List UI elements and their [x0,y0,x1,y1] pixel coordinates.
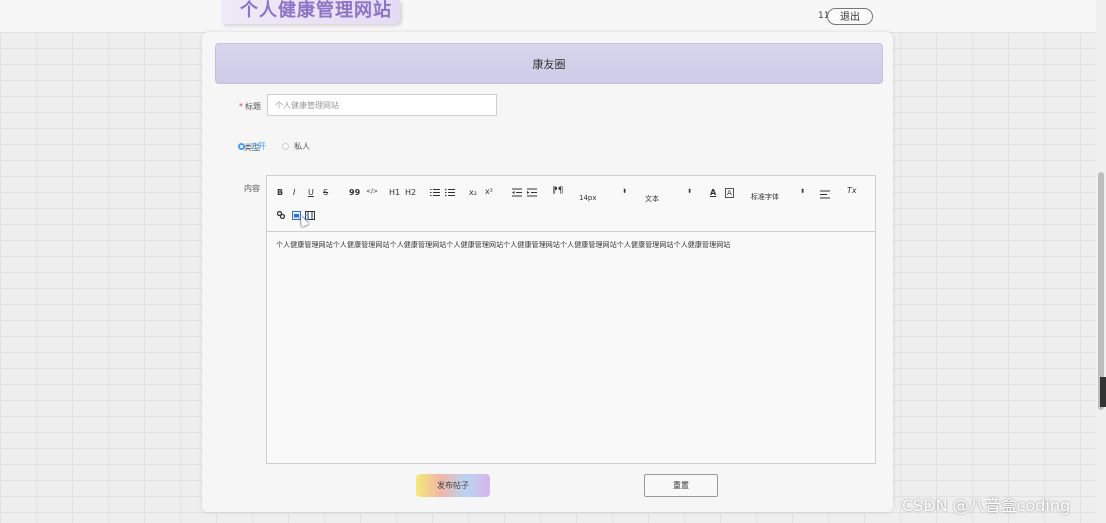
text-direction-button[interactable]: ⁋¶ [552,186,563,196]
text-style-select[interactable]: 文本 [645,194,659,204]
bold-button[interactable]: B [277,188,283,197]
site-title: 个人健康管理网站 [240,0,392,21]
content-label: 内容 [244,184,260,193]
top-bar [0,0,1106,32]
post-form-card: 康友圈 *标题 类型 公开 私人 内容 B I U S 99 </> H1 H2 [202,32,893,512]
title-label-text: 标题 [245,102,261,111]
watermark: CSDN @八音盒coding [902,496,1071,515]
indent-button[interactable] [527,188,537,199]
link-icon [276,210,286,220]
strike-button[interactable]: S [323,188,328,197]
outdent-icon [512,188,522,197]
page-title: 康友圈 [215,43,883,84]
background-color-button[interactable]: A [725,188,734,198]
radio-checked-icon [238,143,245,150]
superscript-button[interactable]: x² [485,187,493,196]
ordered-list-button[interactable] [430,188,440,199]
logout-button[interactable]: 退出 [827,8,873,25]
title-label: * 标题 [239,101,261,112]
type-radio-public[interactable]: 公开 [238,141,282,152]
scrollbar-marker [1100,377,1106,407]
scrollbar-thumb[interactable] [1098,172,1104,410]
ordered-list-icon [430,189,440,196]
radio-unchecked-icon [282,143,289,150]
publish-post-button[interactable]: 发布帖子 [416,474,490,497]
site-logo: 个人健康管理网站 [222,0,400,24]
pilcrow-icon: ⁋¶ [552,186,564,196]
reset-button[interactable]: 重置 [644,474,718,497]
h2-button[interactable]: H2 [405,188,416,197]
clear-format-button[interactable]: Tx [847,186,857,195]
radio-label-public: 公开 [250,142,266,151]
text-color-button[interactable]: A [710,188,716,197]
indent-icon [527,188,537,197]
font-family-arrow-icon: ⬍ [800,188,806,195]
align-button[interactable] [820,190,830,201]
type-radio-private[interactable]: 私人 [282,141,326,152]
subscript-button[interactable]: x₂ [469,188,477,197]
link-button[interactable] [276,210,286,221]
required-mark: * [239,102,243,111]
type-radio-group: 公开 私人 [238,141,326,152]
quote-button[interactable]: 99 [349,188,360,197]
title-input[interactable] [267,94,497,116]
editor-toolbar: B I U S 99 </> H1 H2 x₂ x² ⁋¶ 14px ⬍ 文本 … [267,176,875,232]
radio-label-private: 私人 [294,142,310,151]
outdent-button[interactable] [512,188,522,199]
bullet-list-icon [445,188,455,197]
code-button[interactable]: </> [366,188,378,195]
font-size-arrow-icon: ⬍ [622,188,628,195]
underline-button[interactable]: U [308,188,314,197]
font-family-select[interactable]: 标准字体 [751,192,779,202]
font-size-select[interactable]: 14px [579,194,597,202]
text-style-arrow-icon: ⬍ [687,188,693,195]
align-left-icon [820,190,830,199]
italic-button[interactable]: I [293,188,295,197]
bullet-list-button[interactable] [445,188,455,199]
editor-content[interactable]: 个人健康管理网站个人健康管理网站个人健康管理网站个人健康管理网站个人健康管理网站… [267,232,875,258]
h1-button[interactable]: H1 [389,188,400,197]
rich-text-editor: B I U S 99 </> H1 H2 x₂ x² ⁋¶ 14px ⬍ 文本 … [266,175,876,464]
